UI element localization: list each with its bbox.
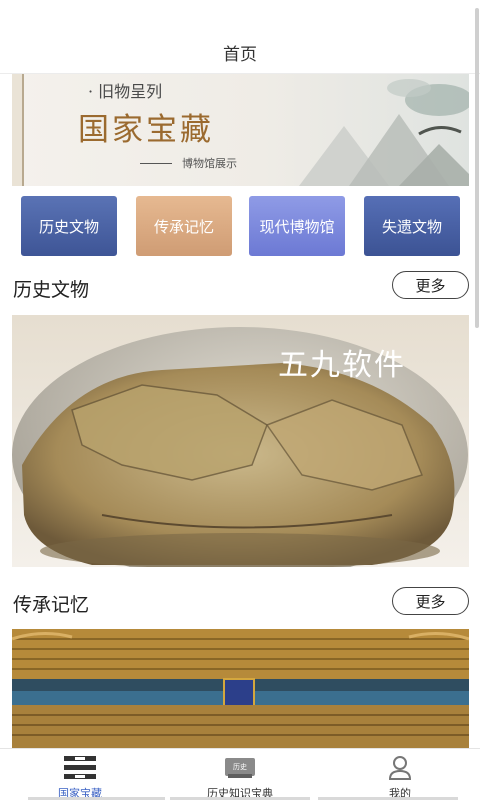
hero-banner[interactable]: · 旧物呈列 国家宝藏 博物馆展示	[12, 74, 469, 186]
user-icon	[387, 755, 413, 781]
page-title: 首页	[223, 45, 257, 65]
grid-icon	[63, 755, 97, 781]
category-row: 历史文物 传承记忆 现代博物馆 失遗文物	[12, 196, 469, 258]
section-title-heritage: 传承记忆	[13, 594, 90, 616]
scrollbar[interactable]	[475, 8, 479, 328]
tab-national-treasure[interactable]: 国家宝藏	[0, 749, 160, 800]
relic-image-card[interactable]: 五九软件	[12, 315, 469, 567]
palace-image-card[interactable]	[12, 629, 469, 748]
section-title-history: 历史文物	[13, 279, 90, 301]
category-heritage-memory[interactable]: 传承记忆	[136, 196, 232, 256]
banner-mountain-art	[299, 79, 469, 186]
palace-roof-image	[12, 629, 469, 748]
banner-subtitle-line	[140, 163, 172, 164]
tab-history-knowledge[interactable]: 历史 历史知识宝典	[160, 749, 320, 800]
category-modern-museum[interactable]: 现代博物馆	[249, 196, 345, 256]
category-lost-relics[interactable]: 失遗文物	[364, 196, 460, 256]
more-button-history[interactable]: 更多	[392, 271, 469, 299]
banner-frame-decoration	[12, 74, 24, 186]
banner-tag: · 旧物呈列	[88, 82, 163, 101]
banner-title: 国家宝藏	[78, 112, 214, 148]
top-bar: 首页	[0, 0, 480, 74]
book-icon: 历史	[223, 755, 257, 781]
bottom-tab-bar: 国家宝藏 历史 历史知识宝典 我的	[0, 748, 480, 800]
banner-subtitle: 博物馆展示	[182, 157, 237, 170]
category-history-relics[interactable]: 历史文物	[21, 196, 117, 256]
tab-mine[interactable]: 我的	[320, 749, 480, 800]
book-icon-text: 历史	[233, 762, 247, 771]
image-watermark: 五九软件	[278, 348, 406, 383]
more-button-heritage[interactable]: 更多	[392, 587, 469, 615]
